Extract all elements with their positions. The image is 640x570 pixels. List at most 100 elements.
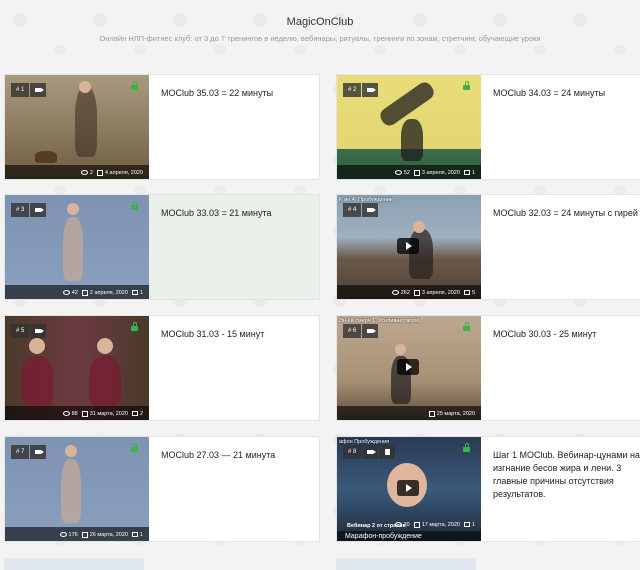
play-icon[interactable]	[397, 359, 419, 375]
comments-count: 1	[471, 522, 475, 528]
calendar-icon	[81, 289, 88, 296]
post-badge: # 1	[11, 83, 47, 97]
video-camera-icon	[30, 324, 47, 338]
site-subtitle: Онлайн НЛП-фитнес клуб: от 3 до 7 тренин…	[99, 34, 541, 43]
post-thumbnail[interactable]: афон Пробуждения # 8 20 17 марта, 2020 1 В…	[337, 437, 481, 541]
comments-count: 1	[139, 290, 143, 296]
play-icon[interactable]	[397, 480, 419, 496]
video-caption-top: Вебинар 2 от страхов	[347, 523, 406, 529]
post-number: # 7	[11, 445, 30, 459]
comments-count: 1	[471, 170, 475, 176]
video-camera-icon	[362, 83, 379, 97]
post-date: 17 марта, 2020	[421, 522, 460, 528]
post-title[interactable]: MOClub 33.03 = 21 минута	[161, 207, 311, 220]
post-stats: 42 2 апреля, 2020 1	[5, 285, 149, 299]
calendar-icon	[413, 169, 420, 176]
post-badge: # 4	[343, 203, 379, 217]
views-count: 42	[71, 290, 78, 296]
post-thumbnail[interactable]: # 1 2 4 апреля, 2020	[5, 75, 149, 179]
post-card[interactable]: # 1 2 4 апреля, 2020 MOClub 35.03 = 22 ми…	[4, 74, 320, 180]
unlocked-icon	[131, 201, 138, 210]
post-title[interactable]: MOClub 35.03 = 22 минуты	[161, 87, 311, 100]
eye-icon	[62, 290, 70, 296]
post-stats: 52 3 апреля, 2020 1	[337, 165, 481, 179]
unlocked-icon	[131, 81, 138, 90]
post-number: # 5	[11, 324, 30, 338]
post-card[interactable]: Эн ей смерч 1. Усиливает волю, # 6 25 ма…	[336, 315, 640, 421]
calendar-icon	[413, 289, 420, 296]
post-date: 25 марта, 2020	[436, 411, 475, 417]
post-card[interactable]: # 5 88 31 марта, 2020 2 MOClub 31.03 - 15 …	[4, 315, 320, 421]
document-icon	[379, 445, 396, 459]
post-thumbnail[interactable]: Эн ей смерч 1. Усиливает волю, # 6 25 ма…	[337, 316, 481, 420]
calendar-icon	[413, 521, 420, 528]
post-date: 3 апреля, 2020	[421, 290, 460, 296]
comment-icon	[463, 522, 470, 528]
post-stats: 2 4 апреля, 2020	[5, 165, 149, 179]
post-badge: # 2	[343, 83, 379, 97]
eye-icon	[59, 532, 67, 538]
unlocked-icon	[131, 322, 138, 331]
eye-icon	[80, 170, 88, 176]
play-icon[interactable]	[397, 238, 419, 254]
post-badge: # 8	[343, 445, 396, 459]
views-count: 88	[71, 411, 78, 417]
comment-icon	[463, 290, 470, 296]
eye-icon	[62, 411, 70, 417]
video-camera-icon	[362, 203, 379, 217]
comment-icon	[131, 411, 138, 417]
post-card[interactable]: K ин 4. Пробуждение # 4 262 3 апреля, 202…	[336, 194, 640, 300]
post-card[interactable]: # 7 176 26 марта, 2020 1 MOClub 27.03 — 21…	[4, 436, 320, 542]
calendar-icon	[428, 410, 435, 417]
post-date: 2 апреля, 2020	[89, 290, 128, 296]
post-card[interactable]: # 2 52 3 апреля, 2020 1 MOClub 34.03 = 24 …	[336, 74, 640, 180]
post-title[interactable]: MOClub 31.03 - 15 минут	[161, 328, 311, 341]
comments-count: 5	[471, 290, 475, 296]
post-title[interactable]: Шаг 1 MOClub. Вебинар-цунами на изгнание…	[493, 449, 640, 501]
unlocked-icon	[131, 443, 138, 452]
views-count: 176	[68, 532, 78, 538]
views-count: 52	[403, 170, 410, 176]
post-date: 26 марта, 2020	[89, 532, 128, 538]
video-camera-icon	[362, 324, 379, 338]
post-thumbnail[interactable]: # 2 52 3 апреля, 2020 1	[337, 75, 481, 179]
post-date: 4 апреля, 2020	[104, 170, 143, 176]
post-badge: # 3	[11, 203, 47, 217]
post-title[interactable]: MOClub 32.03 = 24 минуты с гирей	[493, 207, 640, 220]
video-camera-icon	[30, 83, 47, 97]
video-camera-icon	[362, 445, 379, 459]
post-thumbnail[interactable]: # 3 42 2 апреля, 2020 1	[5, 195, 149, 299]
post-stats: 88 31 марта, 2020 2	[5, 406, 149, 420]
post-date: 31 марта, 2020	[89, 411, 128, 417]
post-card[interactable]: афон Пробуждения # 8 20 17 марта, 2020 1 В…	[336, 436, 640, 542]
next-row-preview	[0, 558, 640, 570]
post-badge: # 7	[11, 445, 47, 459]
post-number: # 4	[343, 203, 362, 217]
post-number: # 6	[343, 324, 362, 338]
comment-icon	[131, 290, 138, 296]
post-number: # 8	[343, 445, 362, 459]
video-camera-icon	[30, 203, 47, 217]
post-stats: 176 26 марта, 2020 1	[5, 527, 149, 541]
unlocked-icon	[463, 322, 470, 331]
post-title[interactable]: MOClub 27.03 — 21 минута	[161, 449, 311, 462]
site-header: MagicOnClub Онлайн НЛП-фитнес клуб: от 3…	[0, 0, 640, 60]
post-card[interactable]: # 3 42 2 апреля, 2020 1 MOClub 33.03 = 21 …	[4, 194, 320, 300]
comment-icon	[131, 532, 138, 538]
post-title[interactable]: MOClub 30.03 - 25 минут	[493, 328, 640, 341]
comment-icon	[463, 170, 470, 176]
post-thumbnail[interactable]: # 7 176 26 марта, 2020 1	[5, 437, 149, 541]
calendar-icon	[96, 169, 103, 176]
post-thumbnail[interactable]: K ин 4. Пробуждение # 4 262 3 апреля, 202…	[337, 195, 481, 299]
post-number: # 1	[11, 83, 30, 97]
post-date: 3 апреля, 2020	[421, 170, 460, 176]
post-title[interactable]: MOClub 34.03 = 24 минуты	[493, 87, 640, 100]
eye-icon	[394, 170, 402, 176]
eye-icon	[391, 290, 399, 296]
site-title[interactable]: MagicOnClub	[0, 16, 640, 28]
video-caption-bottom: Марафон-пробуждение	[337, 531, 481, 541]
comments-count: 1	[139, 532, 143, 538]
post-thumbnail[interactable]: # 5 88 31 марта, 2020 2	[5, 316, 149, 420]
views-count: 2	[89, 170, 93, 176]
views-count: 262	[400, 290, 410, 296]
